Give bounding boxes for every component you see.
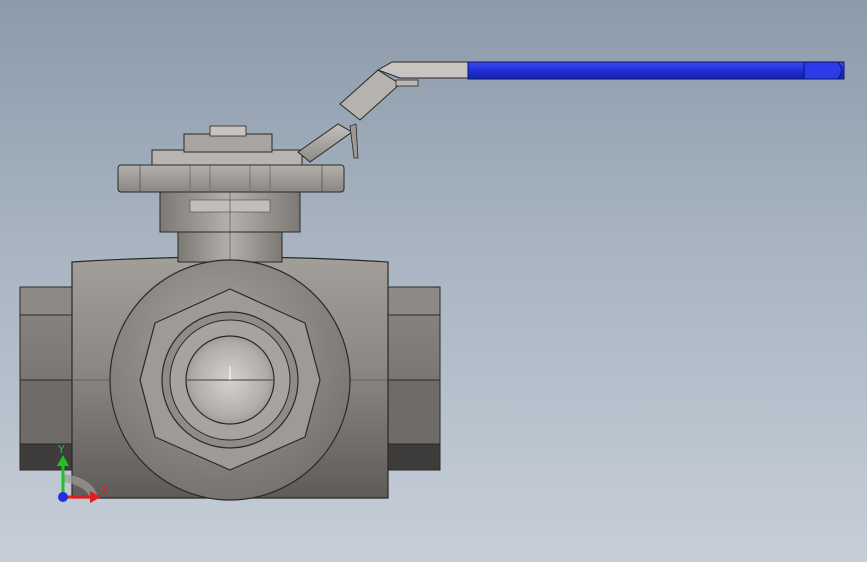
lever-arm[interactable] bbox=[297, 61, 471, 163]
stem-nut[interactable] bbox=[151, 125, 303, 166]
handle-grip[interactable] bbox=[467, 61, 845, 80]
graphics-viewport[interactable]: Y X bbox=[0, 0, 867, 562]
y-axis-label: Y bbox=[57, 443, 65, 456]
model-view[interactable]: Y X bbox=[0, 0, 867, 562]
z-axis-dot bbox=[58, 492, 68, 502]
x-axis-label: X bbox=[101, 484, 109, 497]
bonnet-neck[interactable] bbox=[159, 187, 301, 263]
right-port[interactable] bbox=[385, 286, 441, 471]
front-port-boss[interactable] bbox=[109, 259, 351, 501]
mounting-flange[interactable] bbox=[117, 164, 345, 193]
left-port[interactable] bbox=[19, 286, 75, 471]
